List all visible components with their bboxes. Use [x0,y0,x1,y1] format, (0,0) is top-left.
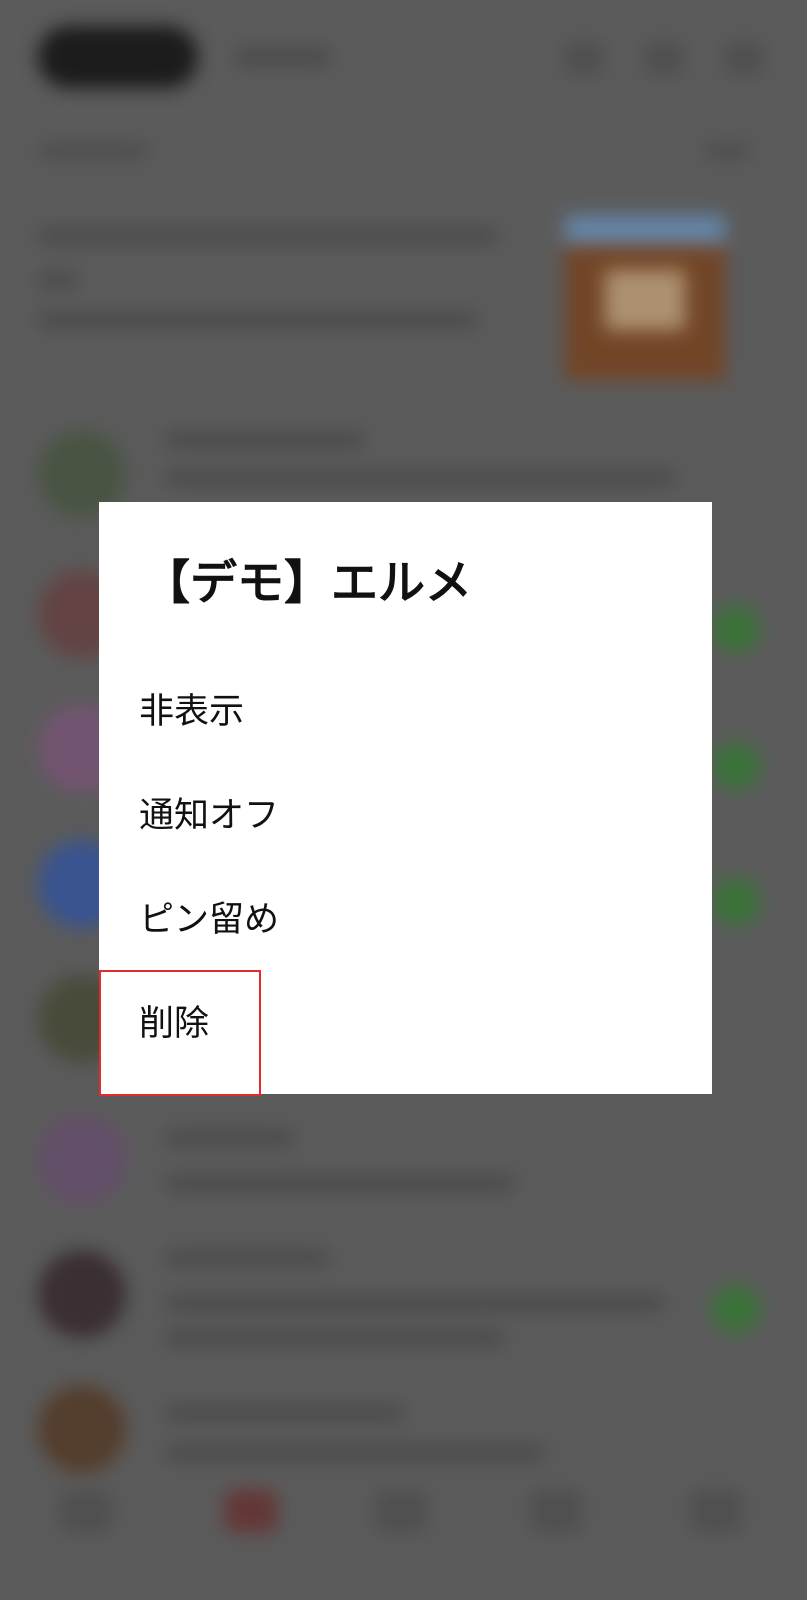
menu-item-notifications-off[interactable]: 通知オフ [99,764,712,868]
dialog-title: 【デモ】エルメ [143,556,472,611]
menu-item-pin[interactable]: ピン留め [99,868,712,972]
menu-item-label: 通知オフ [139,796,280,836]
menu-item-label: ピン留め [139,900,280,940]
menu-item-label: 非表示 [139,692,245,732]
menu-item-hide[interactable]: 非表示 [99,660,712,764]
menu-item-delete[interactable]: 削除 [99,972,712,1076]
chat-options-dialog: 【デモ】エルメ 非表示 通知オフ ピン留め 削除 [99,502,712,1096]
screen: 【デモ】エルメ 非表示 通知オフ ピン留め 削除 [0,0,807,1600]
menu-item-label: 削除 [139,1004,210,1044]
